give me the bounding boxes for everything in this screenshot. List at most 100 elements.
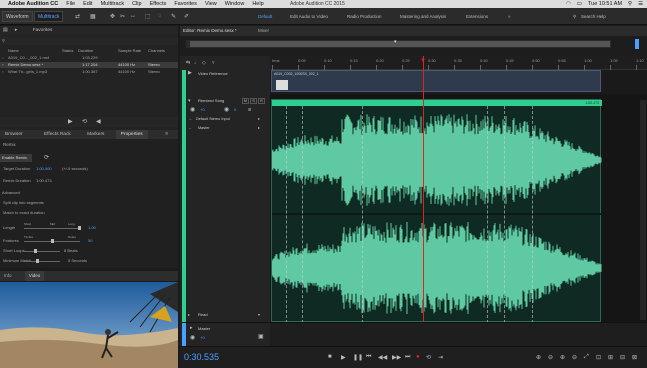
playhead-line[interactable] xyxy=(423,56,424,326)
menu-edit[interactable]: Edit xyxy=(83,1,92,7)
playhead-icon[interactable]: ▼ xyxy=(420,58,426,64)
snap-icon[interactable]: ⇆ xyxy=(186,60,190,66)
minimum-match-thumb[interactable] xyxy=(36,259,39,263)
enable-remix-button[interactable]: Enable Remix xyxy=(0,154,32,162)
workspace-mastering[interactable]: Mastering and Analysis xyxy=(400,11,446,22)
col-rate[interactable]: Sample Rate xyxy=(118,47,141,54)
workspace-radio-production[interactable]: Radio Production xyxy=(347,11,382,22)
col-duration[interactable]: Duration xyxy=(78,47,93,54)
battery-icon[interactable]: ▭ xyxy=(577,0,582,8)
go-to-start-icon[interactable]: ⏮ xyxy=(366,354,371,361)
col-channels[interactable]: Channels xyxy=(148,47,165,54)
menu-view[interactable]: View xyxy=(205,1,217,7)
wifi-icon[interactable]: ◠ xyxy=(566,0,571,8)
features-slider-thumb[interactable] xyxy=(51,239,54,243)
list-icon[interactable]: ☰ xyxy=(638,0,643,8)
video-track-name[interactable]: Video Reference xyxy=(198,71,228,76)
rewind-icon[interactable]: ◀◀ xyxy=(378,354,387,361)
pan-knob-icon[interactable]: ◉ xyxy=(224,106,229,113)
match-duration-option[interactable]: Match to exact duration xyxy=(3,210,45,216)
features-value[interactable]: 50 xyxy=(88,238,92,244)
play-preview-icon[interactable]: ▶ xyxy=(68,118,73,125)
current-time[interactable]: 0:30.535 xyxy=(184,352,219,362)
go-to-end-icon[interactable]: ⏭ xyxy=(405,354,410,361)
zoom-full-icon[interactable]: ⤢ xyxy=(584,354,589,361)
track-expand-icon[interactable]: ⊞ xyxy=(248,107,251,112)
metronome-icon[interactable]: ♩ xyxy=(194,60,199,66)
file-row[interactable]: ▫ What Th...girls_1.mp3 1:00.367 44100 H… xyxy=(0,69,178,75)
zoom-out-amplitude-icon[interactable]: ⊖ xyxy=(548,354,553,361)
open-file-icon[interactable]: ▸ xyxy=(15,28,17,33)
move-tool-icon[interactable]: ✥ xyxy=(110,13,115,20)
slip-tool-icon[interactable]: ↔ xyxy=(130,13,136,19)
tab-browser[interactable]: Browser xyxy=(0,130,28,139)
track-input[interactable]: Default Stereo Input xyxy=(196,117,230,121)
audio-clip[interactable]: 1:00.473 xyxy=(271,99,602,323)
pan-value[interactable]: 0 xyxy=(234,107,236,112)
menu-effects[interactable]: Effects xyxy=(150,1,167,7)
minimum-match-slider[interactable] xyxy=(24,261,60,262)
tab-properties[interactable]: Properties xyxy=(115,130,148,139)
menu-help[interactable]: Help xyxy=(252,1,263,7)
col-name[interactable]: Name xyxy=(8,47,19,54)
overview-zoom-handle[interactable] xyxy=(635,39,639,49)
automation-mode[interactable]: Read xyxy=(198,312,208,317)
spotlight-icon[interactable]: ⚲ xyxy=(628,0,632,8)
loop-preview-icon[interactable]: ⟲ xyxy=(82,118,87,125)
tab-video[interactable]: Video xyxy=(24,271,45,281)
loop-icon[interactable]: ⟲ xyxy=(426,354,431,361)
menu-multitrack[interactable]: Multitrack xyxy=(101,1,125,7)
length-slider-track[interactable] xyxy=(24,228,80,229)
zoom-selection-icon[interactable]: ⊡ xyxy=(596,354,601,361)
sync-icon[interactable]: ⇄ xyxy=(75,13,80,20)
length-slider-thumb[interactable] xyxy=(78,226,81,230)
length-value[interactable]: 1.00 xyxy=(88,225,96,231)
lasso-tool-icon[interactable]: ◌ xyxy=(158,13,162,19)
master-volume-knob[interactable]: ◉ xyxy=(190,334,195,341)
clock[interactable]: Tue 10:51 AM xyxy=(588,0,622,8)
waveform-mode-button[interactable]: Waveform xyxy=(2,11,33,22)
vertical-scrollbar[interactable] xyxy=(640,100,646,320)
master-lock-icon[interactable]: ▣ xyxy=(258,333,264,340)
master-collapse-icon[interactable]: ▸ xyxy=(190,325,193,331)
short-loops-thumb[interactable] xyxy=(34,249,37,253)
workspace-edit-audio-to-video[interactable]: Edit Audio to Video xyxy=(290,11,328,22)
selection-icon[interactable]: ◇ xyxy=(202,60,206,66)
automation-dropdown-icon[interactable]: ▾ xyxy=(258,312,260,317)
fast-forward-icon[interactable]: ▶▶ xyxy=(392,354,401,361)
file-row[interactable]: ▫ Remix Demo.sesx * 1:17.204 44100 Hz St… xyxy=(0,62,178,68)
record-icon[interactable]: ● xyxy=(416,354,420,360)
track-output[interactable]: Master xyxy=(198,126,210,130)
zoom-out-point-icon[interactable]: ⊟ xyxy=(620,354,625,361)
files-search[interactable]: ⚲ xyxy=(0,37,178,45)
zoom-out-time-icon[interactable]: ⊖ xyxy=(572,354,577,361)
play-icon[interactable]: ▶ xyxy=(341,354,346,361)
volume-knob-icon[interactable]: ◉ xyxy=(190,106,195,113)
pause-icon[interactable]: ❚❚ xyxy=(353,354,363,361)
menu-clip[interactable]: Clip xyxy=(132,1,141,7)
workspace-menu-icon[interactable]: » xyxy=(508,11,511,22)
tab-editor[interactable]: Editor: Remix Demo.sesx * xyxy=(183,26,237,36)
favorites-label[interactable]: Favorites xyxy=(33,28,53,33)
master-track-name[interactable]: Master xyxy=(198,326,210,331)
skip-icon[interactable]: ⇥ xyxy=(438,354,443,361)
col-status[interactable]: Status xyxy=(62,47,73,54)
stop-icon[interactable]: ■ xyxy=(328,354,332,360)
target-duration-value[interactable]: 1:00.000 xyxy=(36,166,52,172)
panel-menu-icon[interactable]: ≡ xyxy=(165,130,168,139)
file-row[interactable]: ▫ A019_C0..._002_1.mxf 1:03.229 xyxy=(0,55,178,61)
advanced-toggle[interactable]: Advanced xyxy=(2,190,20,196)
new-file-icon[interactable]: ▤ xyxy=(3,28,8,33)
menu-app[interactable]: Adobe Audition CC xyxy=(8,1,58,7)
output-dropdown-icon[interactable]: ▸ xyxy=(258,125,260,130)
refresh-icon[interactable]: ⟳ xyxy=(44,154,49,161)
zoom-in-time-icon[interactable]: ⊕ xyxy=(560,354,565,361)
marquee-tool-icon[interactable]: ⬚ xyxy=(145,13,151,20)
time-ruler[interactable]: hms 0:05 0:10 0:15 0:20 0:25 0:30 0:35 0:40 0:45 0… xyxy=(270,56,647,70)
tab-effects-rack[interactable]: Effects Rack xyxy=(39,130,76,139)
zoom-in-point-icon[interactable]: ⊞ xyxy=(608,354,613,361)
menu-favorites[interactable]: Favorites xyxy=(174,1,197,7)
search-icon[interactable]: ⚲ xyxy=(573,11,576,22)
tab-info[interactable]: Info xyxy=(0,273,16,278)
brush-tool-icon[interactable]: ✎ xyxy=(171,13,176,20)
